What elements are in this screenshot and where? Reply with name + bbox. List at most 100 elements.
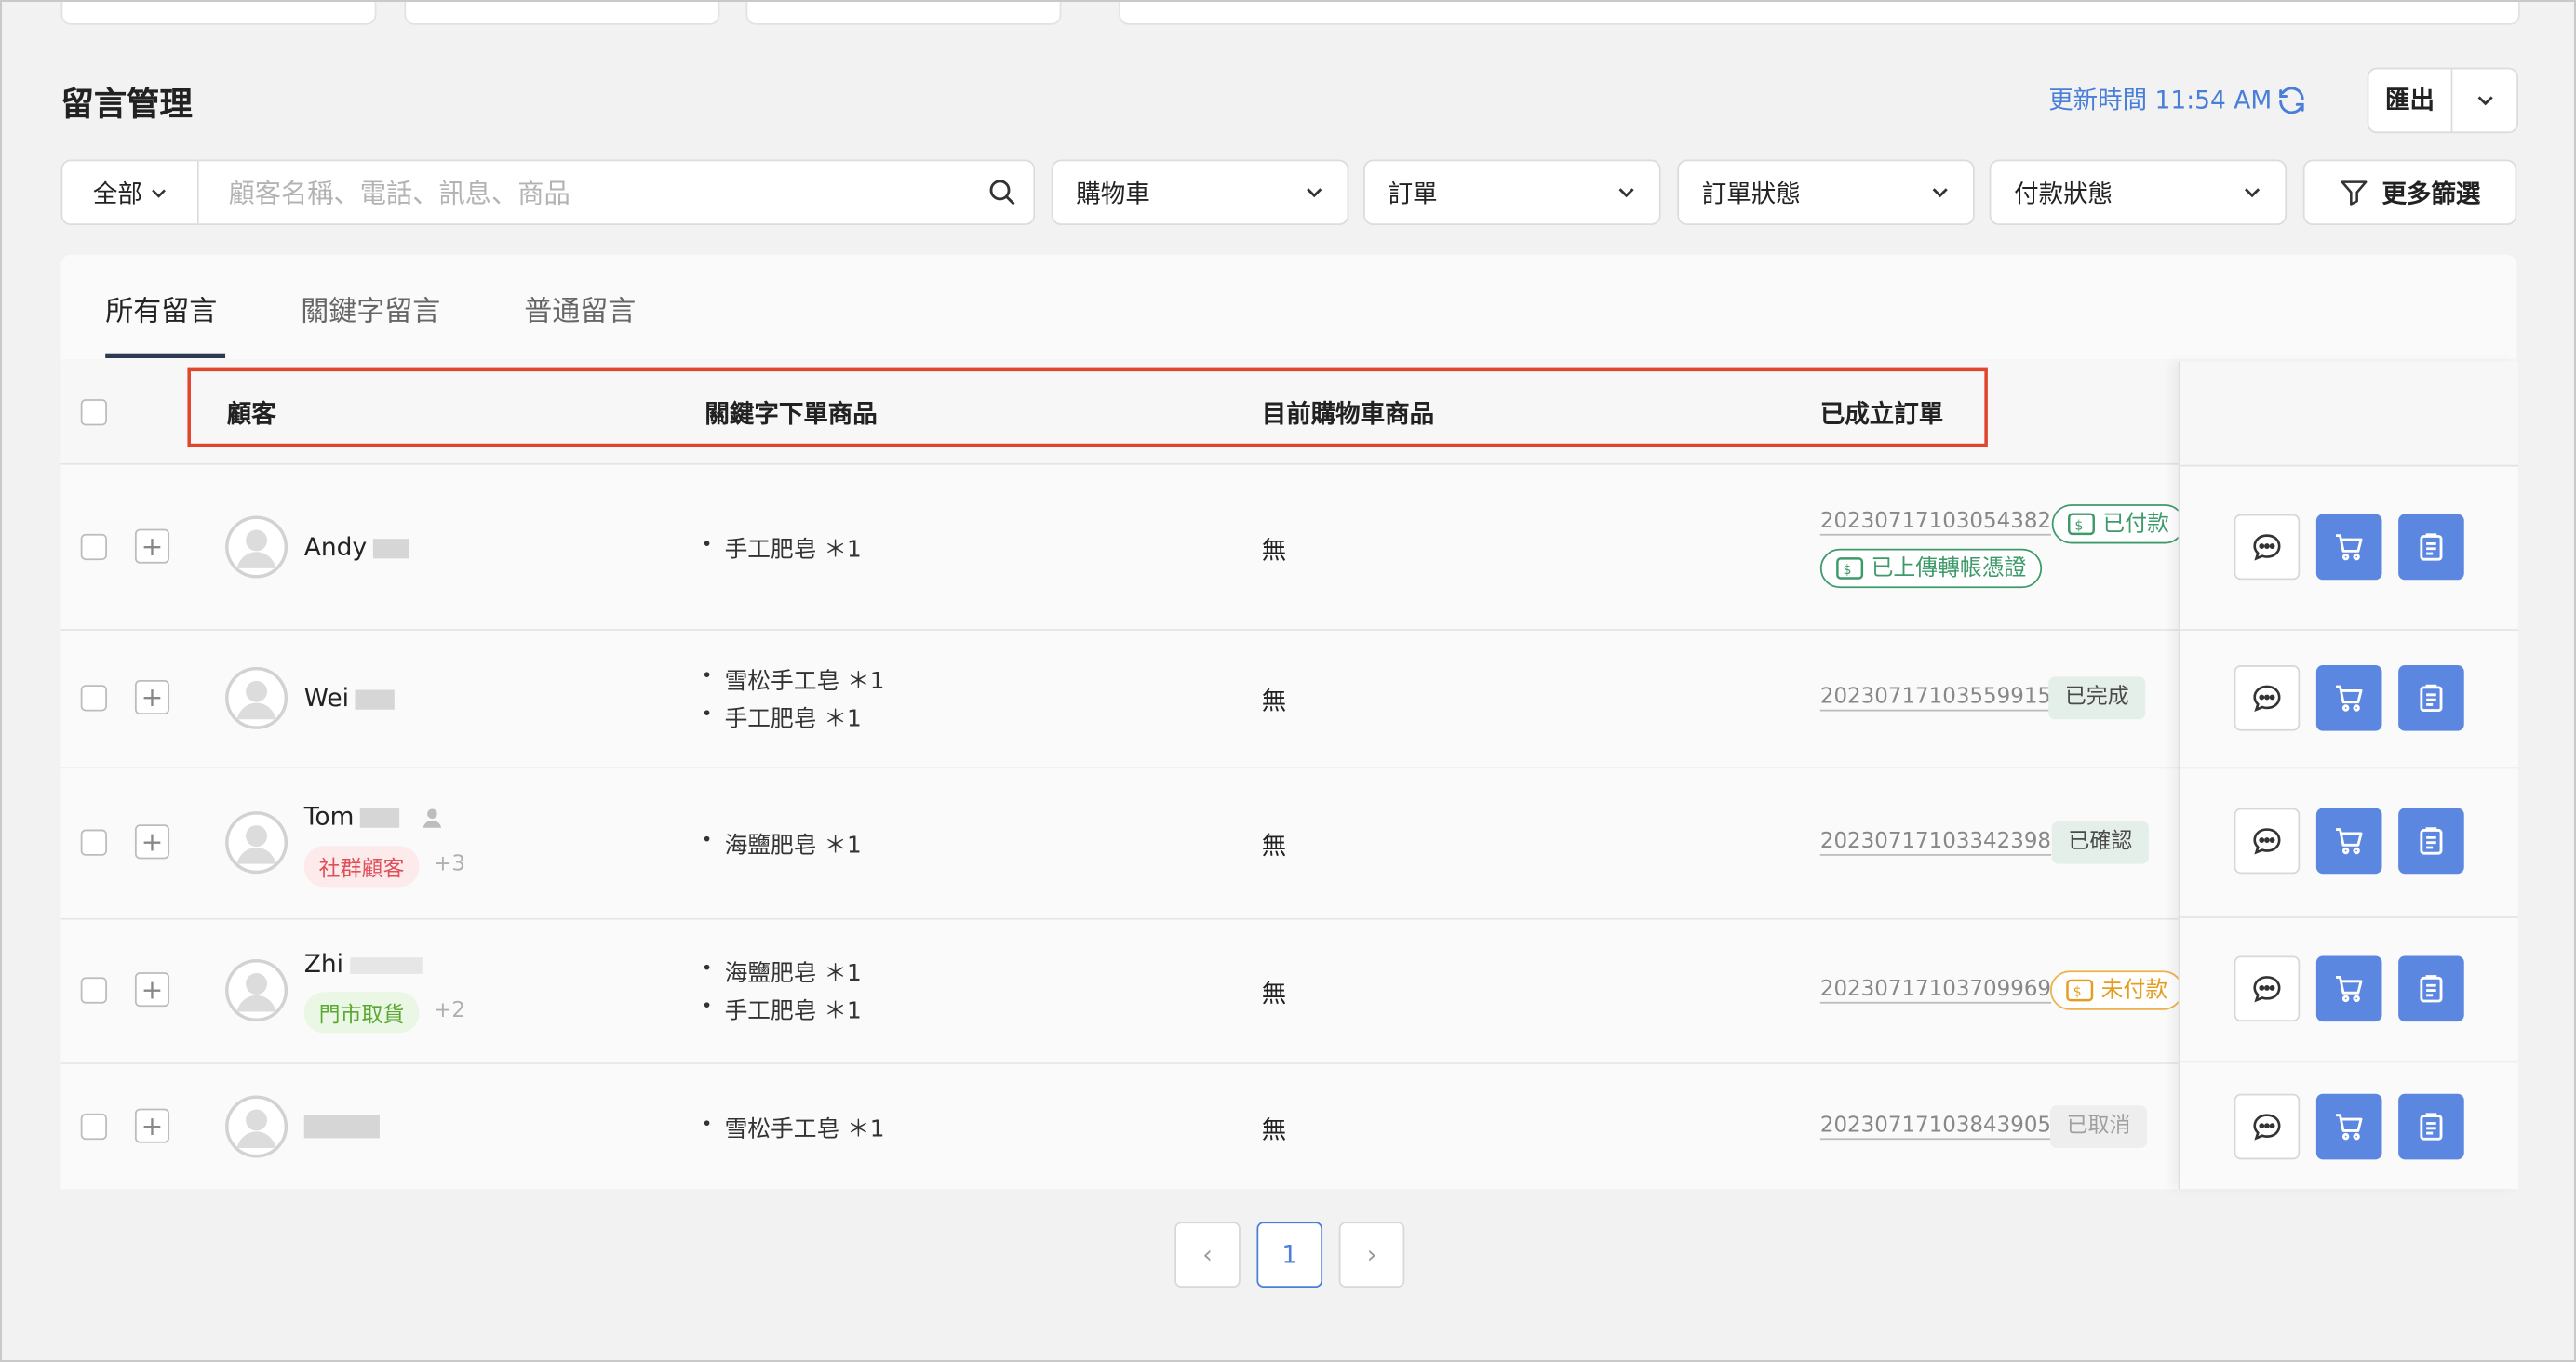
payment-status-filter[interactable]: 付款狀態 bbox=[1989, 159, 2288, 226]
table-row[interactable]: + Andy 手工肥皂 ＊1 無 20230717103054382 $ 已付款… bbox=[60, 464, 2517, 631]
tab-normal-comments[interactable]: 普通留言 bbox=[524, 287, 636, 328]
order-button[interactable] bbox=[2398, 955, 2464, 1022]
scope-select-value: 全部 bbox=[92, 178, 142, 208]
chevron-down-icon bbox=[2244, 188, 2261, 198]
order-number-link[interactable]: 20230717103342398 bbox=[1820, 830, 2051, 854]
chevron-down-icon bbox=[151, 188, 166, 197]
customer-name[interactable] bbox=[303, 1110, 380, 1140]
order-status-filter[interactable]: 訂單狀態 bbox=[1677, 159, 1975, 226]
table-row[interactable]: + Zhi 門市取貨 +2 海鹽肥皂 ＊1 手工肥皂 ＊1 無 20230717… bbox=[60, 919, 2517, 1064]
select-all-checkbox[interactable] bbox=[80, 399, 107, 426]
order-filter[interactable]: 訂單 bbox=[1363, 159, 1661, 226]
cart-items: 無 bbox=[1261, 1115, 1287, 1145]
message-button[interactable] bbox=[2234, 514, 2301, 581]
order-filter-label: 訂單 bbox=[1388, 178, 1438, 208]
expand-plus-icon[interactable]: + bbox=[134, 824, 170, 860]
cart-items: 無 bbox=[1261, 535, 1287, 566]
scope-select[interactable]: 全部 bbox=[60, 159, 199, 226]
redacted-name bbox=[373, 538, 410, 558]
customer-name-text: Tom bbox=[303, 801, 355, 832]
expand-plus-icon[interactable]: + bbox=[134, 972, 170, 1008]
customer-name[interactable]: Andy bbox=[304, 532, 410, 562]
message-button[interactable] bbox=[2234, 955, 2301, 1022]
export-label: 匯出 bbox=[2368, 69, 2453, 132]
app-frame: 留言管理 更新時間 11:54 AM 匯出 全部 購物車 訂單 訂單狀態 付款狀… bbox=[0, 0, 2576, 1362]
status-label: 已上傳轉帳憑證 bbox=[1871, 554, 2027, 582]
more-filters-button[interactable]: 更多篩選 bbox=[2302, 159, 2517, 226]
row-checkbox[interactable] bbox=[80, 533, 107, 561]
status-badge-cancelled: 已取消 bbox=[2049, 1105, 2148, 1148]
cart-button[interactable] bbox=[2315, 1093, 2382, 1160]
cart-icon bbox=[2336, 1114, 2363, 1141]
customer-name[interactable]: Zhi bbox=[304, 949, 423, 979]
row-checkbox[interactable] bbox=[80, 685, 107, 712]
tab-all-comments[interactable]: 所有留言 bbox=[105, 287, 217, 328]
customer-tag: 社群顧客 bbox=[303, 846, 420, 888]
order-number-link[interactable]: 20230717103709969 bbox=[1820, 977, 2051, 1001]
chevron-down-icon[interactable] bbox=[2452, 90, 2516, 110]
order-number-link[interactable]: 20230717103843905 bbox=[1820, 1114, 2051, 1138]
table-row[interactable]: + Tom 社群顧客 +3 海鹽肥皂 ＊1 無 2023071710334239… bbox=[60, 768, 2517, 920]
wallet-icon: $ bbox=[2068, 513, 2095, 536]
order-number-link[interactable]: 20230717103054382 bbox=[1820, 509, 2051, 533]
cart-button[interactable] bbox=[2315, 808, 2382, 875]
cart-filter[interactable]: 購物車 bbox=[1051, 159, 1349, 226]
order-button[interactable] bbox=[2398, 1093, 2464, 1160]
search-box[interactable] bbox=[198, 159, 1036, 226]
filter-icon bbox=[2341, 180, 2368, 206]
pagination-prev-button[interactable]: ‹ bbox=[1174, 1222, 1241, 1288]
order-number-link[interactable]: 20230717103559915 bbox=[1820, 685, 2051, 709]
status-label: 已付款 bbox=[2102, 511, 2169, 538]
divider bbox=[2180, 1061, 2518, 1063]
keyword-item: 手工肥皂 ＊1 bbox=[702, 994, 862, 1026]
row-checkbox[interactable] bbox=[80, 1113, 107, 1141]
message-button[interactable] bbox=[2234, 665, 2301, 731]
redacted-name bbox=[350, 956, 423, 973]
avatar bbox=[225, 666, 288, 729]
clipboard-icon bbox=[2420, 827, 2443, 855]
table-row[interactable]: + Wei 雪松手工皂 ＊1 手工肥皂 ＊1 無 202307171035599… bbox=[60, 630, 2517, 769]
order-button[interactable] bbox=[2398, 514, 2464, 581]
cart-icon bbox=[2336, 975, 2363, 1003]
row-checkbox[interactable] bbox=[80, 829, 107, 856]
wallet-icon: $ bbox=[1836, 557, 1864, 580]
cart-button[interactable] bbox=[2315, 955, 2382, 1022]
cart-icon bbox=[2336, 685, 2363, 712]
pagination-next-button[interactable]: › bbox=[1338, 1222, 1405, 1288]
order-button[interactable] bbox=[2398, 808, 2464, 875]
expand-plus-icon[interactable]: + bbox=[134, 1108, 170, 1143]
clipboard-icon bbox=[2420, 684, 2443, 713]
keyword-item: 雪松手工皂 ＊1 bbox=[702, 1112, 885, 1144]
order-button[interactable] bbox=[2398, 665, 2464, 731]
export-button[interactable]: 匯出 bbox=[2367, 67, 2518, 134]
search-icon[interactable] bbox=[987, 178, 1017, 207]
tab-keyword-comments[interactable]: 關鍵字留言 bbox=[301, 287, 440, 328]
expand-plus-icon[interactable]: + bbox=[134, 679, 170, 715]
search-input[interactable] bbox=[225, 175, 988, 210]
customer-name-text: Zhi bbox=[303, 949, 344, 980]
row-checkbox[interactable] bbox=[80, 977, 107, 1004]
summary-card bbox=[404, 2, 720, 25]
cart-filter-label: 購物車 bbox=[1076, 178, 1150, 208]
chevron-down-icon bbox=[1618, 188, 1634, 198]
chat-icon bbox=[2253, 534, 2281, 561]
message-button[interactable] bbox=[2234, 1093, 2301, 1160]
customer-name[interactable]: Tom bbox=[303, 801, 444, 832]
more-tags-count[interactable]: +3 bbox=[434, 852, 465, 876]
cart-button[interactable] bbox=[2315, 514, 2382, 581]
chat-icon bbox=[2253, 1114, 2281, 1141]
update-time[interactable]: 更新時間 11:54 AM bbox=[2048, 82, 2308, 116]
pagination-page-1[interactable]: 1 bbox=[1256, 1222, 1323, 1288]
actions-header bbox=[2180, 361, 2518, 467]
more-tags-count[interactable]: +2 bbox=[434, 998, 465, 1022]
table-row[interactable]: + 雪松手工皂 ＊1 無 20230717103843905 已取消 bbox=[60, 1063, 2517, 1190]
comments-panel: 所有留言 關鍵字留言 普通留言 顧客 關鍵字下單商品 目前購物車商品 已成立訂單… bbox=[60, 254, 2517, 1190]
more-filters-label: 更多篩選 bbox=[2381, 178, 2481, 208]
divider bbox=[2180, 767, 2518, 769]
cart-button[interactable] bbox=[2315, 665, 2382, 731]
customer-name[interactable]: Wei bbox=[304, 683, 396, 713]
summary-card bbox=[1119, 2, 2520, 25]
refresh-icon[interactable] bbox=[2275, 83, 2308, 115]
message-button[interactable] bbox=[2234, 808, 2301, 875]
expand-plus-icon[interactable]: + bbox=[134, 528, 170, 564]
